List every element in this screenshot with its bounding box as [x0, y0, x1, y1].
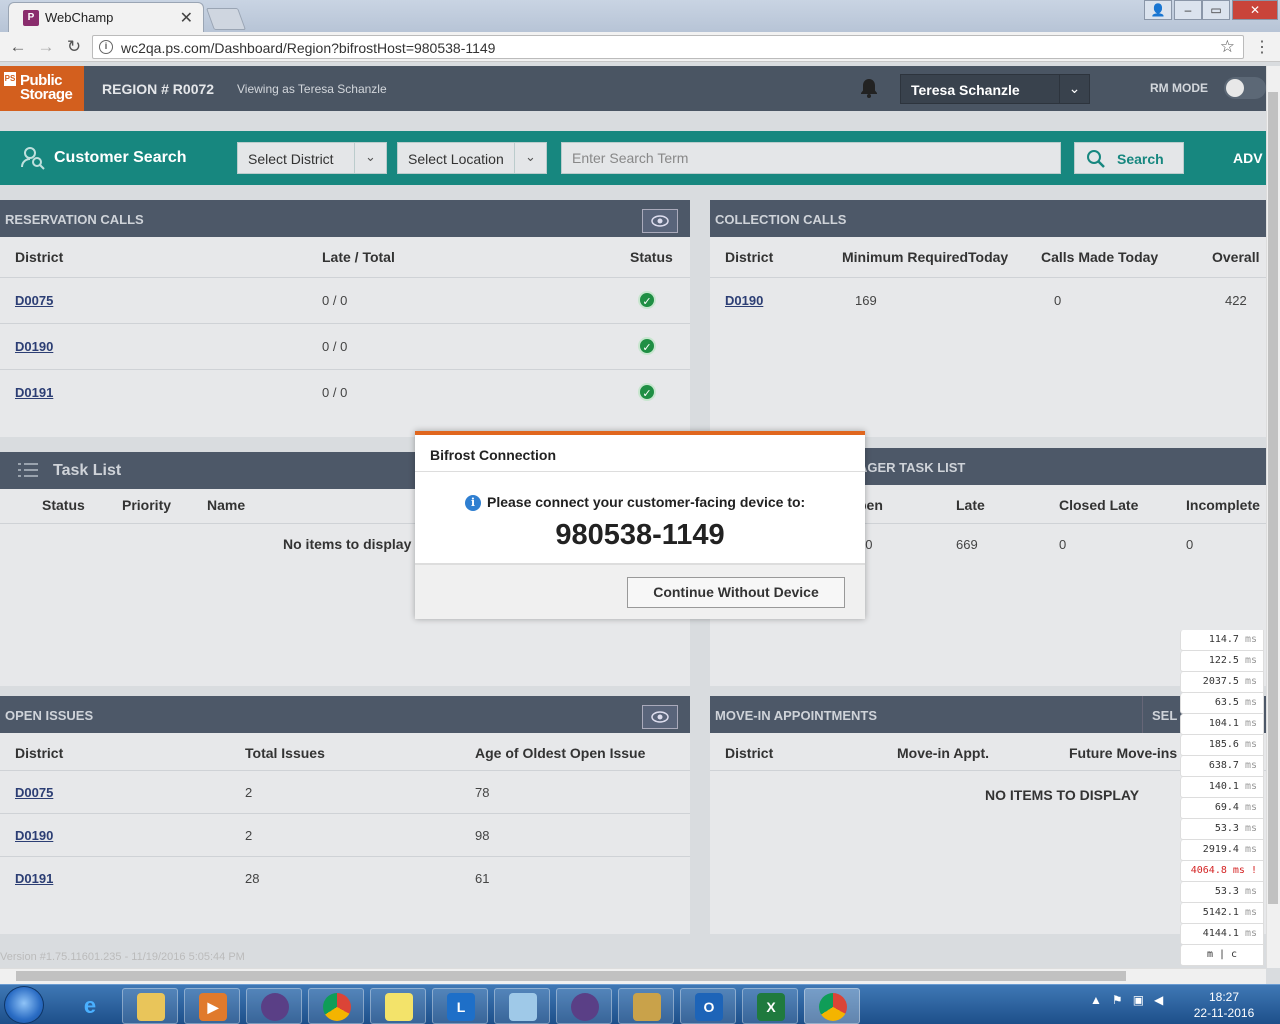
clock-time: 18:27: [1208, 990, 1240, 1004]
timing-entry-warning[interactable]: 4064.8 ms !: [1180, 861, 1264, 882]
dialog-message: Please connect your customer-facing devi…: [487, 494, 806, 510]
info-icon: i: [465, 495, 481, 511]
editor-icon: [509, 993, 537, 1021]
excel-icon: X: [757, 993, 785, 1021]
sticky-notes-icon: [385, 993, 413, 1021]
timing-entry[interactable]: 140.1 ms: [1180, 777, 1264, 798]
taskbar-clock[interactable]: 18:27 22-11-2016: [1188, 989, 1260, 1021]
ie-taskbar-button[interactable]: e: [62, 988, 118, 1024]
show-hidden-icons-icon[interactable]: ▲: [1090, 993, 1102, 1007]
clock-date: 22-11-2016: [1193, 1006, 1255, 1020]
system-tray: ▲ ⚑ ▣ ◀: [1090, 993, 1163, 1007]
device-code: 980538-1149: [555, 519, 725, 551]
explorer-taskbar-button[interactable]: [122, 988, 178, 1024]
lync-taskbar-button[interactable]: L: [432, 988, 488, 1024]
timing-profiler: 114.7 ms 122.5 ms 2037.5 ms 63.5 ms 104.…: [1180, 630, 1264, 966]
start-button[interactable]: [4, 986, 44, 1024]
flag-icon[interactable]: ⚑: [1112, 993, 1123, 1007]
editor-taskbar-button[interactable]: [494, 988, 550, 1024]
eclipse-icon: [571, 993, 599, 1021]
divider: [415, 471, 865, 472]
timing-entry[interactable]: 638.7 ms: [1180, 756, 1264, 777]
timing-entry[interactable]: 2037.5 ms: [1180, 672, 1264, 693]
dialog-title: Bifrost Connection: [430, 447, 556, 463]
continue-without-device-button[interactable]: Continue Without Device: [627, 577, 845, 608]
timing-entry[interactable]: 5142.1 ms: [1180, 903, 1264, 924]
timing-entry[interactable]: 122.5 ms: [1180, 651, 1264, 672]
timing-entry[interactable]: 53.3 ms: [1180, 882, 1264, 903]
chrome-active-taskbar-button[interactable]: [804, 988, 860, 1024]
timing-entry[interactable]: 53.3 ms: [1180, 819, 1264, 840]
eclipse-icon: [261, 993, 289, 1021]
eclipse-taskbar-button[interactable]: [246, 988, 302, 1024]
media-player-icon: ▶: [199, 993, 227, 1021]
lync-icon: L: [447, 993, 475, 1021]
chrome-icon: [323, 993, 351, 1021]
timing-controls[interactable]: m | c: [1180, 945, 1264, 966]
tools-taskbar-button[interactable]: [618, 988, 674, 1024]
tools-icon: [633, 993, 661, 1021]
vertical-scroll-thumb[interactable]: [1268, 92, 1278, 904]
timing-entry[interactable]: 63.5 ms: [1180, 693, 1264, 714]
timing-entry[interactable]: 185.6 ms: [1180, 735, 1264, 756]
modal-overlay: Bifrost Connection i Please connect your…: [0, 0, 1280, 1024]
notes-taskbar-button[interactable]: [370, 988, 426, 1024]
outlook-taskbar-button[interactable]: O: [680, 988, 736, 1024]
windows-taskbar: e ▶ L O X ▲ ⚑ ▣ ◀ 18:27 22-11-2016: [0, 984, 1280, 1024]
timing-entry[interactable]: 69.4 ms: [1180, 798, 1264, 819]
internet-explorer-icon: e: [83, 993, 97, 1018]
outlook-icon: O: [695, 993, 723, 1021]
timing-entry[interactable]: 114.7 ms: [1180, 630, 1264, 651]
volume-icon[interactable]: ◀: [1154, 993, 1163, 1007]
network-icon[interactable]: ▣: [1133, 993, 1144, 1007]
eclipse2-taskbar-button[interactable]: [556, 988, 612, 1024]
dialog-footer: Continue Without Device: [415, 563, 865, 619]
chrome-icon: [819, 993, 847, 1021]
chrome-taskbar-button[interactable]: [308, 988, 364, 1024]
excel-taskbar-button[interactable]: X: [742, 988, 798, 1024]
bifrost-connection-dialog: Bifrost Connection i Please connect your…: [415, 431, 865, 619]
folder-icon: [137, 993, 165, 1021]
timing-entry[interactable]: 2919.4 ms: [1180, 840, 1264, 861]
media-taskbar-button[interactable]: ▶: [184, 988, 240, 1024]
timing-entry[interactable]: 104.1 ms: [1180, 714, 1264, 735]
timing-entry[interactable]: 4144.1 ms: [1180, 924, 1264, 945]
horizontal-scroll-thumb[interactable]: [16, 971, 1126, 981]
